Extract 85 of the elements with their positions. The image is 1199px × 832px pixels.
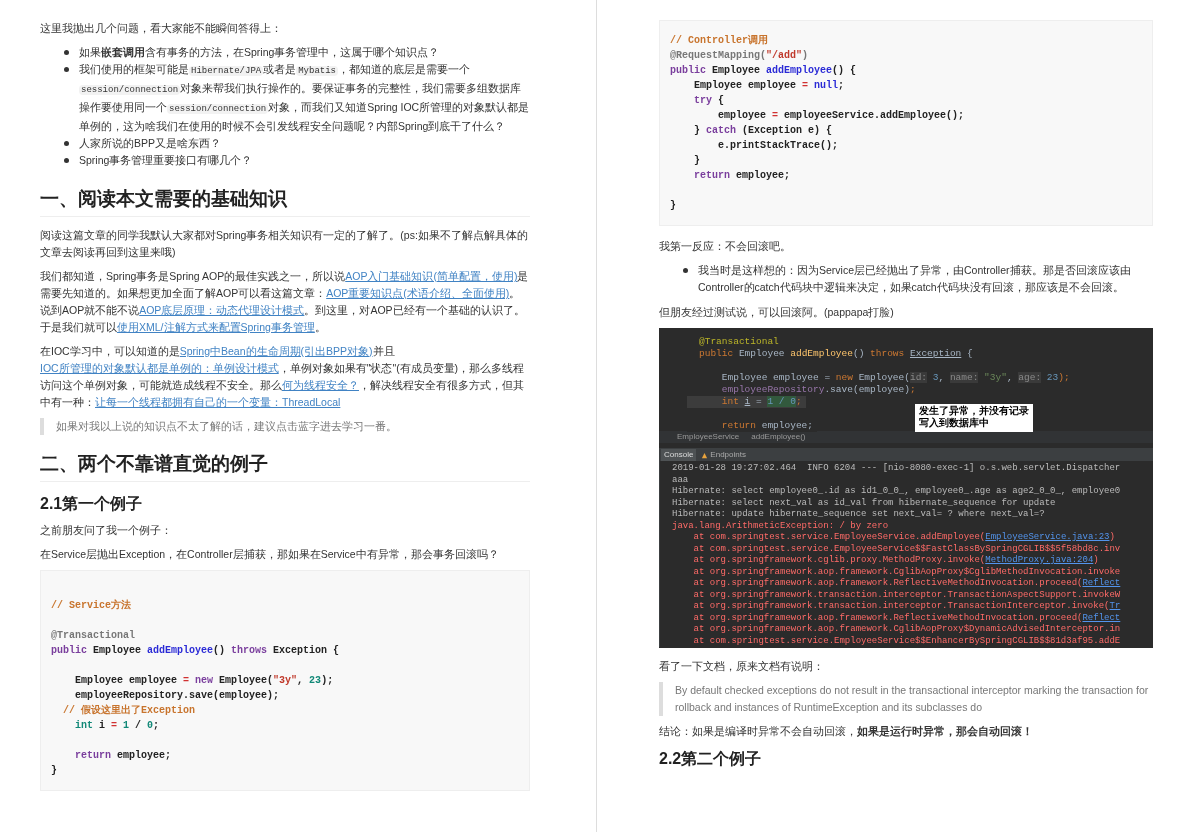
bullet-icon <box>64 141 69 146</box>
paragraph: 阅读这篇文章的同学我默认大家都对Spring事务相关知识有一定的了解了。(ps:如果不了解点解具体的文章去阅读再回到这里来哦) <box>40 228 529 260</box>
bullet-icon <box>64 67 69 72</box>
list-item-text: 人家所说的BPP又是啥东西？ <box>79 136 221 151</box>
code-line: return employee; <box>693 169 791 183</box>
breadcrumb-item[interactable]: EmployeeService <box>677 432 740 442</box>
bullet-icon <box>64 158 69 163</box>
subsection-heading: 2.2第二个例子 <box>659 749 763 769</box>
link[interactable]: AOP重要知识点(术语介绍、全面使用) <box>326 287 510 299</box>
code-line: } <box>670 199 676 213</box>
file-link[interactable]: Reflect <box>1082 578 1121 588</box>
list-item-text: 我当时是这样想的：因为Service层已经抛出了异常，由Controller捕获。那是否回滚应该由Controller的catch代码块中逻辑来决定，如果catch代码块没有回滚，那应该是不会回滚。 <box>698 263 1132 295</box>
console-line: at com.springtest.service.EmployeeService$$FastClassBySpringCGLIB$$5f58bd8c.inv <box>692 543 1122 555</box>
code-line: // Controller调用 <box>670 34 768 48</box>
link[interactable]: Spring中Bean的生命周期(引出BPP对象) <box>179 345 373 357</box>
paragraph: 我第一反应：不会回滚吧。 <box>659 239 792 254</box>
console-line: at org.springframework.transaction.interceptor.TransactionInterceptor.invoke(Tr <box>692 601 1122 613</box>
code-line: // Service方法 <box>51 598 131 613</box>
bullet-icon <box>683 268 688 273</box>
inline-code: session/connection <box>167 104 269 114</box>
inline-code: Hibernate/JPA <box>189 66 264 76</box>
paragraph: 在IOC学习中，可以知道的是Spring中Bean的生命周期(引出BPP对象)并且 IOC所管理的对象默认都是单例的：单例设计模式，单例对象如果有"状态"(有成员变量)，那么多线程访问这个单例对象，可能就造成线程不安全。那么何为线程安全？，解决线程安全有很多方式，但其中有一种：让每一个线程都拥有自己的一个变量：ThreadLocal <box>40 344 526 410</box>
subsection-heading: 2.1第一个例子 <box>40 494 144 514</box>
console-line: at org.springframework.aop.framework.ReflectiveMethodInvocation.proceed(Reflect <box>692 612 1122 624</box>
console-line: aaa <box>672 474 690 486</box>
breadcrumb-item[interactable]: addEmployee() <box>751 432 806 442</box>
console-line: at com.springtest.service.EmployeeService$$EnhancerBySpringCGLIB$$81d3af95.addE <box>692 635 1122 647</box>
code-line: int i = 1 / 0; <box>74 719 160 733</box>
console-line: at com.springtest.service.EmployeeService.addEmployee(EmployeeService.java:23) <box>692 532 1116 544</box>
console-tab[interactable]: Console <box>661 449 697 461</box>
code-line: Employee employee = new Employee("3y", 23); <box>74 674 334 688</box>
link[interactable]: IOC所管理的对象默认都是单例的：单例设计模式 <box>40 362 279 374</box>
paragraph: 我们都知道，Spring事务是Spring AOP的最佳实践之一，所以说AOP入门基础知识(简单配置，使用)是需要先知道的。如果想更加全面了解AOP可以看这篇文章：AOP重要知识点(术语介绍、全面使用)。说到AOP就不能不说AOP底层原理：动态代理设计模式。到这里，对AOP已经有一个基础的认识了。于是我们就可以使用XML/注解方式来配置Spring事务管理。 <box>40 269 530 335</box>
console-line: Hibernate: select employee0_.id as id1_0_0_, employee0_.age as age2_0_0_, employee0 <box>672 486 1122 498</box>
code-line: @RequestMapping("/add") <box>670 49 809 63</box>
paragraph: 结论：如果是编译时异常不会自动回滚，如果是运行时异常，那会自动回滚！ <box>659 724 1034 739</box>
code-line: employee = employeeService.addEmployee(); <box>717 109 965 123</box>
code-line: e.printStackTrace(); <box>717 139 839 153</box>
file-link[interactable]: MethodProxy.java:204 <box>985 555 1094 565</box>
link[interactable]: 让每一个线程都拥有自己的一个变量：ThreadLocal <box>95 396 341 408</box>
code-line: public Employee addEmployee() throws Exception { <box>51 644 340 658</box>
section-heading: 二、两个不靠谱直觉的例子 <box>40 452 530 482</box>
console-tab[interactable]: Endpoints <box>698 449 749 461</box>
console-line: at org.springframework.transaction.interceptor.TransactionAspectSupport.invokeW <box>692 589 1122 601</box>
section-heading: 一、阅读本文需要的基础知识 <box>40 187 530 217</box>
console-line: at org.springframework.aop.framework.CglibAopProxy$DynamicAdvisedInterceptor.in <box>692 624 1122 636</box>
endpoints-icon <box>701 451 709 459</box>
code-line: Employee employee = null; <box>693 79 845 93</box>
console-line: at org.springframework.cglib.proxy.MethodProxy.invoke(MethodProxy.java:204) <box>692 555 1100 567</box>
callout-text: 发生了异常，并没有记录 <box>919 406 1029 417</box>
code-line: return employee; <box>74 749 172 763</box>
code-line: } <box>693 154 700 168</box>
link[interactable]: AOP入门基础知识(简单配置，使用) <box>345 270 518 282</box>
console-line: java.lang.ArithmeticException: / by zero <box>672 520 890 532</box>
link[interactable]: AOP底层原理：动态代理设计模式 <box>139 304 305 316</box>
paragraph: 在Service层抛出Exception，在Controller层捕获，那如果在Service中有异常，那会事务回滚吗？ <box>40 547 500 562</box>
console-line: Hibernate: update hibernate_sequence set next_val= ? where next_val=? <box>672 509 1046 521</box>
link[interactable]: 使用XML/注解方式来配置Spring事务管理 <box>117 321 315 333</box>
console-line: at org.springframework.aop.framework.ReflectiveMethodInvocation.proceed(Reflect <box>692 578 1122 590</box>
blockquote: 如果对我以上说的知识点不太了解的话，建议点击蓝字进去学习一番。 <box>40 418 530 435</box>
code-line: public Employee addEmployee() { <box>670 64 857 78</box>
link[interactable]: 何为线程安全？ <box>282 379 359 391</box>
inline-code: session/connection <box>79 85 181 95</box>
code-line: @Transactional <box>51 629 135 643</box>
list-item-text: Spring事务管理重要接口有哪几个？ <box>79 153 253 168</box>
paragraph: 看了一下文档，原来文档有说明： <box>659 659 825 674</box>
console-line: at org.springframework.aop.framework.CglibAopProxy$CglibMethodInvocation.invoke <box>692 566 1122 578</box>
file-link[interactable]: Reflect <box>1082 612 1121 623</box>
console-line: Hibernate: select next_val as id_val from hibernate_sequence for update <box>672 497 1057 509</box>
code-line: try { <box>693 94 725 108</box>
paragraph: 这里我抛出几个问题，看大家能不能瞬间答得上： <box>40 21 283 36</box>
list-item-text: 如果嵌套调用含有事务的方法，在Spring事务管理中，这属于哪个知识点？ <box>79 45 440 60</box>
callout-text: 写入到数据库中 <box>919 418 990 430</box>
code-line: } <box>51 764 57 778</box>
file-link[interactable]: Tr <box>1109 601 1121 611</box>
paragraph: 但朋友经过测试说，可以回滚阿。(pappapa打脸) <box>659 305 895 320</box>
code-line: // 假设这里出了Exception <box>62 703 195 718</box>
console-line: 2019-01-28 19:27:02.464 INFO 6204 --- [nio-8080-exec-1] o.s.web.servlet.Dispatcher <box>672 463 1122 475</box>
paragraph: 之前朋友问了我一个例子： <box>40 523 173 538</box>
bullet-icon <box>64 50 69 55</box>
code-line: } catch (Exception e) { <box>693 124 833 138</box>
code-line: employeeRepository.save(employee); <box>74 689 280 703</box>
inline-code: Mybatis <box>296 66 339 76</box>
file-link[interactable]: EmployeeService.java:23 <box>985 532 1110 542</box>
blockquote: By default checked exceptions do not result in the transactional interceptor marking the transaction for rollback and instances of RuntimeException and its subclasses do <box>659 682 1153 716</box>
